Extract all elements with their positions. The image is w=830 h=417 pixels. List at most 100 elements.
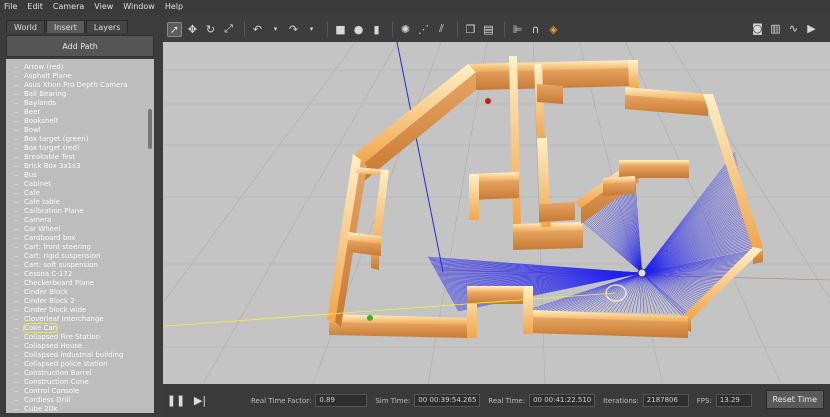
menu-camera[interactable]: Camera [53, 2, 84, 11]
list-item-label: Cinder block wide [24, 306, 87, 314]
fps-value: 13.29 [715, 394, 752, 407]
list-item[interactable]: Calibration Plane [14, 207, 154, 216]
list-item[interactable]: Bowl [14, 126, 154, 135]
list-item[interactable]: Box target (green) [14, 135, 154, 144]
list-item[interactable]: Cabinet [14, 180, 154, 189]
list-item[interactable]: Collapsed Fire Station [14, 333, 154, 342]
list-item-label: Coke Can [22, 323, 59, 333]
toolbar-separator [504, 21, 505, 37]
add-path-button[interactable]: Add Path [6, 35, 154, 57]
list-item[interactable]: Cloverleaf Interchange [14, 315, 154, 324]
copy-icon[interactable]: ❐ [463, 22, 478, 37]
list-item[interactable]: Cessna C-172 [14, 270, 154, 279]
undo-icon[interactable]: ↶ [250, 22, 265, 37]
scale-icon[interactable]: ⤢ [221, 22, 236, 37]
list-item-label: Collapsed police station [24, 360, 108, 368]
iterations-label: Iterations: [603, 396, 639, 405]
list-item-label: Cafe [24, 189, 40, 197]
list-item[interactable]: Asus Xtion Pro Depth Camera [14, 81, 154, 90]
list-scrollbar[interactable] [148, 109, 152, 149]
panel-tabs: World Insert Layers [6, 20, 129, 33]
list-item[interactable]: Cafe table [14, 198, 154, 207]
3d-viewport[interactable] [163, 42, 830, 384]
list-item-label: Asus Xtion Pro Depth Camera [24, 81, 128, 89]
plot-icon[interactable]: ∿ [786, 21, 801, 36]
rotate-icon[interactable]: ↻ [203, 22, 218, 37]
list-item[interactable]: Construction Cone [14, 378, 154, 387]
undo-dropdown-icon[interactable]: ▾ [268, 22, 283, 37]
list-item-label: Collapsed House [24, 342, 83, 350]
list-item[interactable]: Cart: rigid suspension [14, 252, 154, 261]
log-icon[interactable]: ▥ [768, 21, 783, 36]
menu-view[interactable]: View [94, 2, 113, 11]
list-item[interactable]: Car Wheel [14, 225, 154, 234]
model-list[interactable]: Arrow (red)Asphalt PlaneAsus Xtion Pro D… [6, 59, 154, 413]
list-item-label: Construction Barrel [24, 369, 92, 377]
list-item[interactable]: Brick Box 3x1x3 [14, 162, 154, 171]
list-item-label: Cardboard box [24, 234, 76, 242]
list-item[interactable]: Checkerboard Plane [14, 279, 154, 288]
menu-help[interactable]: Help [165, 2, 183, 11]
directional-light-icon[interactable]: ⫽ [434, 22, 449, 37]
step-icon[interactable]: ▶| [193, 394, 207, 408]
fps-label: FPS: [696, 396, 712, 405]
list-item[interactable]: Arrow (red) [14, 63, 154, 72]
list-item[interactable]: Cart: front steering [14, 243, 154, 252]
list-item[interactable]: Cube 20k [14, 405, 154, 413]
video-icon[interactable]: ▶ [804, 21, 819, 36]
snap-icon[interactable]: ∩ [528, 22, 543, 37]
list-item-label: Cinder Block [24, 288, 69, 296]
list-item[interactable]: Beer [14, 108, 154, 117]
redo-dropdown-icon[interactable]: ▾ [304, 22, 319, 37]
list-item[interactable]: Bus [14, 171, 154, 180]
list-item[interactable]: Cinder Block [14, 288, 154, 297]
list-item-label: Car Wheel [24, 225, 61, 233]
list-item[interactable]: Cinder block wide [14, 306, 154, 315]
reset-time-button[interactable]: Reset Time [765, 390, 824, 409]
pause-icon[interactable]: ❚❚ [167, 394, 185, 408]
camera-icon[interactable]: ◙ [750, 21, 765, 36]
list-item[interactable]: Asphalt Plane [14, 72, 154, 81]
box-shape-icon[interactable]: ■ [333, 22, 348, 37]
point-light-icon[interactable]: ✺ [398, 22, 413, 37]
list-item[interactable]: Camera [14, 216, 154, 225]
list-item[interactable]: Box target (red) [14, 144, 154, 153]
list-item[interactable]: Cinder Block 2 [14, 297, 154, 306]
tab-world[interactable]: World [6, 20, 45, 33]
list-item[interactable]: Control Console [14, 387, 154, 396]
spot-light-icon[interactable]: ⋰ [416, 22, 431, 37]
paste-icon[interactable]: ▤ [481, 22, 496, 37]
toolbar-separator [327, 21, 328, 37]
tab-insert[interactable]: Insert [45, 20, 85, 33]
scene-render[interactable] [163, 42, 830, 384]
list-item[interactable]: Ball Bearing [14, 90, 154, 99]
list-item[interactable]: Construction Barrel [14, 369, 154, 378]
list-item-label: Brick Box 3x1x3 [24, 162, 81, 170]
cylinder-shape-icon[interactable]: ▮ [369, 22, 384, 37]
list-item[interactable]: Cafe [14, 189, 154, 198]
list-item[interactable]: Baylands [14, 99, 154, 108]
list-item[interactable]: Cordless Drill [14, 396, 154, 405]
list-item[interactable]: Collapsed industrial building [14, 351, 154, 360]
iterations-value: 2187806 [642, 394, 689, 407]
sphere-shape-icon[interactable]: ● [351, 22, 366, 37]
list-item-label: Bookshelf [24, 117, 59, 125]
real-time-value: 00 00:41:22.510 [529, 394, 596, 407]
list-item[interactable]: Coke Can [14, 323, 154, 333]
view-angle-icon[interactable]: ◈ [546, 22, 561, 37]
menu-edit[interactable]: Edit [27, 2, 43, 11]
robot-marker[interactable] [637, 268, 647, 278]
list-item[interactable]: Cart: soft suspension [14, 261, 154, 270]
move-icon[interactable]: ✥ [185, 22, 200, 37]
tab-layers[interactable]: Layers [85, 20, 129, 33]
align-icon[interactable]: ⊫ [510, 22, 525, 37]
list-item[interactable]: Cardboard box [14, 234, 154, 243]
redo-icon[interactable]: ↷ [286, 22, 301, 37]
list-item[interactable]: Collapsed House [14, 342, 154, 351]
cursor-icon[interactable]: ➚ [167, 21, 182, 37]
list-item[interactable]: Bookshelf [14, 117, 154, 126]
menu-window[interactable]: Window [123, 2, 155, 11]
menu-file[interactable]: File [4, 2, 17, 11]
list-item[interactable]: Collapsed police station [14, 360, 154, 369]
list-item[interactable]: Breakable Test [14, 153, 154, 162]
